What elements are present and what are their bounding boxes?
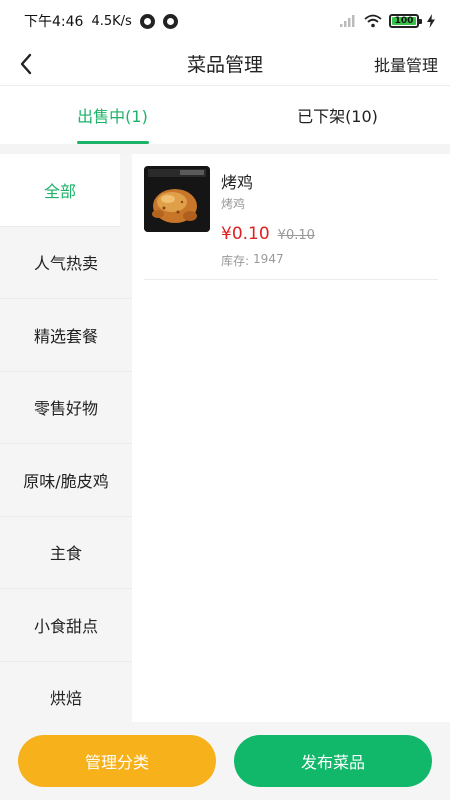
product-list: 烤鸡 烤鸡 ¥0.10 ¥0.10 库存: 1947 [132, 154, 450, 722]
category-item-snacks[interactable]: 小食甜点 [0, 589, 132, 662]
category-sidebar: 全部 人气热卖 精选套餐 零售好物 原味/脆皮鸡 主食 小食甜点 烘焙 [0, 154, 132, 722]
product-stock: 库存: 1947 [221, 252, 284, 269]
stock-label: 库存: [221, 254, 250, 268]
app-notification-icon [162, 13, 178, 29]
category-item-chicken[interactable]: 原味/脆皮鸡 [0, 444, 132, 517]
back-button[interactable] [8, 46, 44, 82]
header: 菜品管理 批量管理 [0, 42, 450, 86]
app-notification-icon [139, 13, 155, 29]
status-left: 下午4:46 4.5K/s [24, 11, 178, 31]
charging-icon [427, 14, 435, 28]
product-name: 烤鸡 [221, 173, 254, 192]
battery-icon: 100 [389, 14, 422, 28]
batch-manage-button[interactable]: 批量管理 [374, 52, 438, 76]
category-item-staple[interactable]: 主食 [0, 517, 132, 589]
tab-off-shelf[interactable]: 已下架(10) [225, 86, 450, 144]
category-item-popular[interactable]: 人气热卖 [0, 227, 132, 299]
product-subtitle: 烤鸡 [221, 197, 246, 211]
stock-value: 1947 [253, 252, 284, 266]
product-image [144, 166, 210, 232]
category-item-bakery[interactable]: 烘焙 [0, 662, 132, 723]
wifi-icon [364, 14, 382, 28]
back-arrow-icon [20, 53, 32, 75]
product-price: ¥0.10 [221, 224, 270, 244]
status-time: 下午4:46 [24, 14, 84, 30]
status-tabs: 出售中(1) 已下架(10) [0, 86, 450, 144]
roast-chicken-image [144, 166, 210, 232]
manage-category-button[interactable]: 管理分类 [18, 735, 216, 787]
product-original-price: ¥0.10 [277, 228, 315, 243]
tab-label: 已下架(10) [297, 107, 378, 126]
signal-icon [340, 15, 355, 27]
bottom-action-bar: 管理分类 发布菜品 [0, 722, 450, 800]
battery-level: 100 [394, 16, 414, 26]
category-item-all[interactable]: 全部 [0, 154, 120, 227]
divider [0, 144, 450, 154]
network-speed: 4.5K/s [91, 13, 132, 29]
tab-label: 出售中(1) [77, 107, 148, 126]
category-item-combo[interactable]: 精选套餐 [0, 299, 132, 372]
status-bar: 下午4:46 4.5K/s 100 [0, 0, 450, 42]
product-item[interactable]: 烤鸡 烤鸡 ¥0.10 ¥0.10 库存: 1947 [144, 166, 438, 280]
tab-on-sale[interactable]: 出售中(1) [0, 86, 225, 144]
category-item-retail[interactable]: 零售好物 [0, 372, 132, 444]
status-right: 100 [339, 14, 436, 28]
price-row: ¥0.10 ¥0.10 [221, 224, 315, 244]
publish-dish-button[interactable]: 发布菜品 [234, 735, 432, 787]
